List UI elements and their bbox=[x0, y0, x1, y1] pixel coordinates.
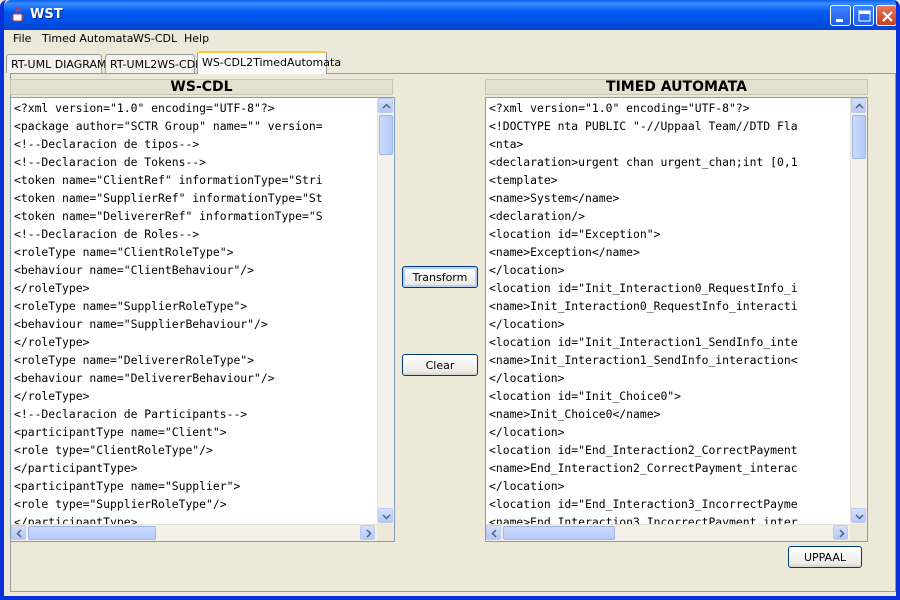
code-line: </location> bbox=[489, 371, 565, 385]
scroll-down-button[interactable] bbox=[851, 508, 866, 523]
transform-button[interactable]: Transform bbox=[402, 266, 478, 288]
code-line: <participantType name="Client"> bbox=[14, 425, 227, 439]
menu-bar: File Timed Automata WS-CDL Help bbox=[8, 30, 896, 48]
scroll-thumb-vertical[interactable] bbox=[379, 115, 393, 155]
ws-cdl-code: <?xml version="1.0" encoding="UTF-8"?> <p… bbox=[14, 99, 323, 531]
code-line: <roleType name="DelivererRoleType"> bbox=[14, 353, 255, 367]
chevron-up-icon bbox=[855, 103, 864, 109]
chevron-left-icon bbox=[16, 529, 22, 538]
code-line: <?xml version="1.0" encoding="UTF-8"?> bbox=[489, 101, 750, 115]
minimize-button[interactable] bbox=[830, 5, 851, 26]
code-line: <location id="End_Interaction2_CorrectPa… bbox=[489, 443, 798, 457]
code-line: <name>Init_Interaction1_SendInfo_interac… bbox=[489, 353, 798, 367]
code-line: </roleType> bbox=[14, 335, 90, 349]
ws-cdl-horizontal-scrollbar[interactable] bbox=[11, 524, 377, 541]
code-line: </roleType> bbox=[14, 389, 90, 403]
scroll-corner bbox=[850, 524, 867, 541]
code-line: <name>End_Interaction2_CorrectPayment_in… bbox=[489, 461, 798, 475]
scroll-left-button[interactable] bbox=[11, 525, 26, 540]
scroll-up-button[interactable] bbox=[851, 98, 866, 113]
code-line: <location id="Exception"> bbox=[489, 227, 661, 241]
code-line: <token name="SupplierRef" informationTyp… bbox=[14, 191, 323, 205]
window-title: WST bbox=[30, 7, 63, 22]
timed-automata-horizontal-scrollbar[interactable] bbox=[486, 524, 850, 541]
code-line: </participantType> bbox=[14, 461, 138, 475]
scroll-thumb-horizontal[interactable] bbox=[28, 526, 156, 540]
title-bar[interactable]: WST bbox=[4, 0, 896, 30]
code-line: </location> bbox=[489, 317, 565, 331]
code-line: <name>Exception</name> bbox=[489, 245, 640, 259]
code-line: </location> bbox=[489, 263, 565, 277]
close-button[interactable] bbox=[876, 5, 896, 26]
code-line: </location> bbox=[489, 425, 565, 439]
scroll-left-button[interactable] bbox=[486, 525, 501, 540]
scroll-thumb-horizontal[interactable] bbox=[503, 526, 615, 540]
code-line: <nta> bbox=[489, 137, 524, 151]
code-line: <template> bbox=[489, 173, 558, 187]
maximize-icon bbox=[858, 10, 871, 22]
uppaal-button[interactable]: UPPAAL bbox=[788, 546, 862, 568]
timed-automata-code: <?xml version="1.0" encoding="UTF-8"?> <!… bbox=[489, 99, 798, 531]
timed-automata-panel-title: TIMED AUTOMATA bbox=[485, 79, 868, 95]
code-line: <role type="SupplierRoleType"/> bbox=[14, 497, 227, 511]
ws-cdl-panel-title: WS-CDL bbox=[10, 79, 393, 95]
menu-ws-cdl[interactable]: WS-CDL bbox=[133, 32, 177, 45]
code-line: </roleType> bbox=[14, 281, 90, 295]
code-line: <declaration/> bbox=[489, 209, 586, 223]
code-line: <declaration>urgent chan urgent_chan;int… bbox=[489, 155, 798, 169]
code-line: <behaviour name="ClientBehaviour"/> bbox=[14, 263, 255, 277]
code-line: <token name="DelivererRef" informationTy… bbox=[14, 209, 323, 223]
chevron-left-icon bbox=[491, 529, 497, 538]
scroll-right-button[interactable] bbox=[360, 525, 375, 540]
clear-button[interactable]: Clear bbox=[402, 354, 478, 376]
code-line: <package author="SCTR Group" name="" ver… bbox=[14, 119, 323, 133]
timed-automata-text-area[interactable]: <?xml version="1.0" encoding="UTF-8"?> <!… bbox=[485, 97, 868, 542]
close-icon bbox=[882, 11, 893, 22]
java-coffee-icon bbox=[12, 7, 24, 22]
menu-help[interactable]: Help bbox=[184, 32, 209, 45]
code-line: <role type="ClientRoleType"/> bbox=[14, 443, 213, 457]
chevron-right-icon bbox=[839, 529, 845, 538]
code-line: <location id="Init_Interaction1_SendInfo… bbox=[489, 335, 798, 349]
chevron-down-icon bbox=[382, 514, 391, 520]
scroll-down-button[interactable] bbox=[378, 508, 393, 523]
code-line: <roleType name="ClientRoleType"> bbox=[14, 245, 234, 259]
code-line: <name>Init_Interaction0_RequestInfo_inte… bbox=[489, 299, 798, 313]
code-line: <behaviour name="DelivererBehaviour"/> bbox=[14, 371, 275, 385]
code-line: <location id="Init_Choice0"> bbox=[489, 389, 682, 403]
scroll-up-button[interactable] bbox=[378, 98, 393, 113]
code-line: </location> bbox=[489, 479, 565, 493]
code-line: <!--Declaracion de tipos--> bbox=[14, 137, 200, 151]
code-line: <participantType name="Supplier"> bbox=[14, 479, 241, 493]
scroll-corner bbox=[377, 524, 394, 541]
tab-rt-uml2ws-cdl[interactable]: RT-UML2WS-CDL bbox=[105, 54, 201, 73]
ws-cdl-vertical-scrollbar[interactable] bbox=[377, 98, 394, 524]
maximize-button[interactable] bbox=[853, 5, 874, 26]
code-line: <name>Init_Choice0</name> bbox=[489, 407, 661, 421]
timed-automata-vertical-scrollbar[interactable] bbox=[850, 98, 867, 524]
code-line: <roleType name="SupplierRoleType"> bbox=[14, 299, 248, 313]
code-line: <!--Declaracion de Participants--> bbox=[14, 407, 248, 421]
chevron-up-icon bbox=[382, 103, 391, 109]
code-line: <!--Declaracion de Tokens--> bbox=[14, 155, 207, 169]
tab-rt-uml-diagram[interactable]: RT-UML DIAGRAM bbox=[6, 54, 106, 73]
menu-timed-automata[interactable]: Timed Automata bbox=[42, 32, 133, 45]
code-line: <token name="ClientRef" informationType=… bbox=[14, 173, 323, 187]
scroll-right-button[interactable] bbox=[833, 525, 848, 540]
code-line: <!DOCTYPE nta PUBLIC "-//Uppaal Team//DT… bbox=[489, 119, 798, 133]
code-line: <location id="Init_Interaction0_RequestI… bbox=[489, 281, 798, 295]
code-line: <!--Declaracion de Roles--> bbox=[14, 227, 200, 241]
chevron-down-icon bbox=[855, 514, 864, 520]
scroll-thumb-vertical[interactable] bbox=[852, 115, 866, 159]
code-line: <?xml version="1.0" encoding="UTF-8"?> bbox=[14, 101, 275, 115]
chevron-right-icon bbox=[366, 529, 372, 538]
application-window: WST File Timed Automata WS-CDL Help RT-U… bbox=[0, 0, 900, 600]
ws-cdl-text-area[interactable]: <?xml version="1.0" encoding="UTF-8"?> <p… bbox=[10, 97, 395, 542]
code-line: <location id="End_Interaction3_Incorrect… bbox=[489, 497, 798, 511]
menu-file[interactable]: File bbox=[13, 32, 31, 45]
tab-ws-cdl2timedautomata[interactable]: WS-CDL2TimedAutomata bbox=[197, 51, 341, 74]
minimize-icon bbox=[836, 19, 843, 22]
code-line: <behaviour name="SupplierBehaviour"/> bbox=[14, 317, 268, 331]
code-line: <name>System</name> bbox=[489, 191, 620, 205]
